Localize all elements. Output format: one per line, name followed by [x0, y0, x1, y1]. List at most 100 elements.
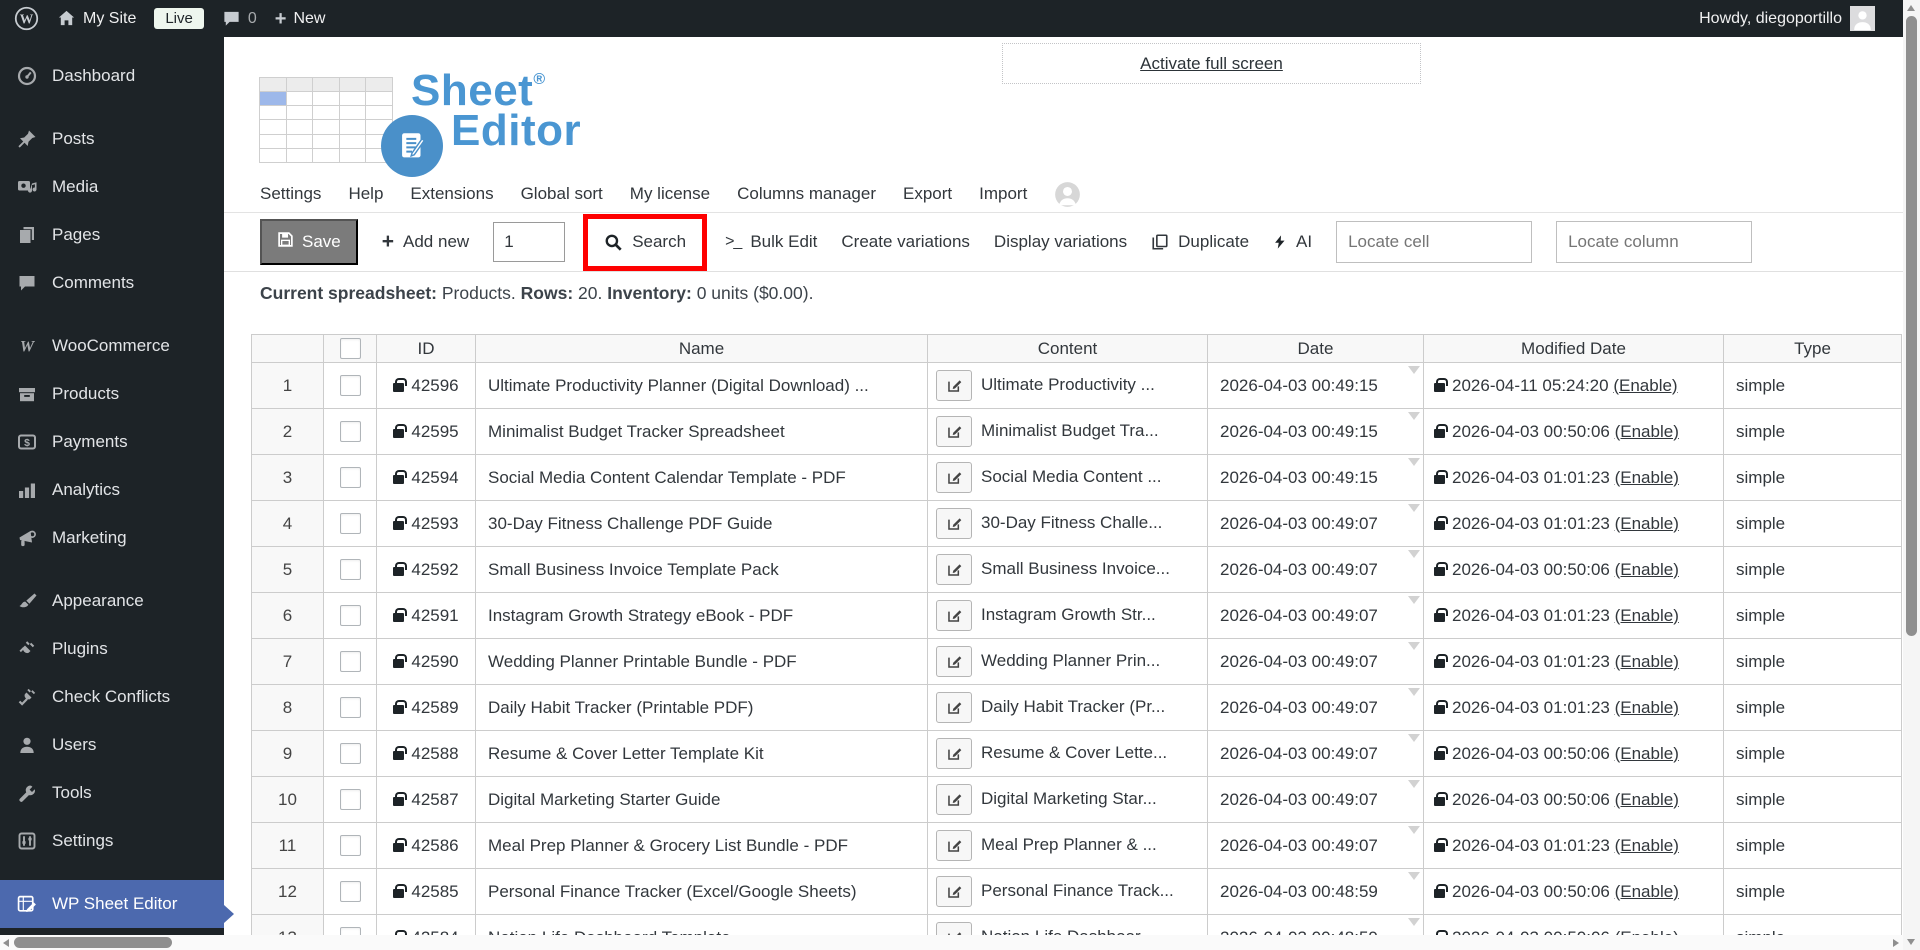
name-cell[interactable]: Notion Life Dashboard Template [475, 914, 928, 935]
menu-item-export[interactable]: Export [903, 184, 952, 204]
row-number[interactable]: 3 [251, 454, 324, 501]
scroll-down-icon[interactable] [1907, 939, 1915, 945]
edit-content-button[interactable] [936, 646, 972, 677]
sidebar-item-appearance[interactable]: Appearance [0, 577, 224, 625]
name-cell[interactable]: Minimalist Budget Tracker Spreadsheet [475, 408, 928, 455]
row-checkbox[interactable] [339, 559, 361, 580]
row-checkbox[interactable] [339, 743, 361, 764]
id-cell[interactable]: 42595 [376, 408, 476, 455]
content-cell[interactable]: 30-Day Fitness Challe... [927, 500, 1208, 547]
sidebar-item-dashboard[interactable]: Dashboard [0, 52, 224, 100]
modified-date-cell[interactable]: 2026-04-03 01:01:23 (Enable) [1423, 500, 1724, 547]
sidebar-item-plugins[interactable]: Plugins [0, 625, 224, 673]
bulk-edit-button[interactable]: >_ Bulk Edit [725, 232, 817, 252]
sidebar-item-payments[interactable]: $ Payments [0, 418, 224, 466]
name-cell[interactable]: Resume & Cover Letter Template Kit [475, 730, 928, 777]
ai-button[interactable]: AI [1273, 232, 1312, 252]
type-cell[interactable]: simple [1723, 730, 1902, 777]
sidebar-item-products[interactable]: Products [0, 370, 224, 418]
row-number[interactable]: 4 [251, 500, 324, 547]
modified-date-cell[interactable]: 2026-04-03 01:01:23 (Enable) [1423, 592, 1724, 639]
content-cell[interactable]: Minimalist Budget Tra... [927, 408, 1208, 455]
date-cell[interactable]: 2026-04-03 00:49:15 [1207, 362, 1424, 409]
modified-date-cell[interactable]: 2026-04-03 01:01:23 (Enable) [1423, 454, 1724, 501]
type-cell[interactable]: simple [1723, 822, 1902, 869]
content-cell[interactable]: Meal Prep Planner & ... [927, 822, 1208, 869]
name-cell[interactable]: Instagram Growth Strategy eBook - PDF [475, 592, 928, 639]
admin-bar-account[interactable]: Howdy, diegoportillo [1699, 0, 1875, 37]
id-cell[interactable]: 42584 [376, 914, 476, 935]
create-variations-button[interactable]: Create variations [841, 232, 970, 252]
id-cell[interactable]: 42592 [376, 546, 476, 593]
date-cell[interactable]: 2026-04-03 00:48:59 [1207, 868, 1424, 915]
date-dropdown-icon[interactable] [1408, 872, 1420, 880]
type-cell[interactable]: simple [1723, 868, 1902, 915]
content-cell[interactable]: Digital Marketing Star... [927, 776, 1208, 823]
admin-bar-site-link[interactable]: My Site [57, 9, 136, 28]
date-cell[interactable]: 2026-04-03 00:49:07 [1207, 776, 1424, 823]
date-dropdown-icon[interactable] [1408, 366, 1420, 374]
modified-date-cell[interactable]: 2026-04-11 05:24:20 (Enable) [1423, 362, 1724, 409]
select-all-header[interactable] [323, 334, 377, 363]
type-cell[interactable]: simple [1723, 408, 1902, 455]
column-header-id[interactable]: ID [376, 334, 476, 363]
row-number[interactable]: 2 [251, 408, 324, 455]
id-cell[interactable]: 42585 [376, 868, 476, 915]
row-checkbox[interactable] [339, 513, 361, 534]
menu-item-columns-manager[interactable]: Columns manager [737, 184, 876, 204]
date-cell[interactable]: 2026-04-03 00:49:07 [1207, 730, 1424, 777]
date-dropdown-icon[interactable] [1408, 734, 1420, 742]
date-cell[interactable]: 2026-04-03 00:49:07 [1207, 592, 1424, 639]
content-cell[interactable]: Ultimate Productivity ... [927, 362, 1208, 409]
row-number[interactable]: 11 [251, 822, 324, 869]
row-checkbox[interactable] [339, 421, 361, 442]
type-cell[interactable]: simple [1723, 776, 1902, 823]
enable-link[interactable]: (Enable) [1615, 514, 1679, 533]
type-cell[interactable]: simple [1723, 684, 1902, 731]
edit-content-button[interactable] [936, 370, 972, 401]
edit-content-button[interactable] [936, 692, 972, 723]
row-checkbox[interactable] [339, 605, 361, 626]
sidebar-item-pages[interactable]: Pages [0, 211, 224, 259]
column-header-date[interactable]: Date [1207, 334, 1424, 363]
date-cell[interactable]: 2026-04-03 00:49:15 [1207, 408, 1424, 455]
name-cell[interactable]: Small Business Invoice Template Pack [475, 546, 928, 593]
row-checkbox[interactable] [339, 467, 361, 488]
type-cell[interactable]: simple [1723, 362, 1902, 409]
activate-fullscreen-link[interactable]: Activate full screen [1140, 54, 1283, 74]
modified-date-cell[interactable]: 2026-04-03 00:50:06 (Enable) [1423, 546, 1724, 593]
row-number[interactable]: 8 [251, 684, 324, 731]
edit-content-button[interactable] [936, 738, 972, 769]
content-cell[interactable]: Instagram Growth Str... [927, 592, 1208, 639]
row-number[interactable]: 1 [251, 362, 324, 409]
scroll-left-icon[interactable] [3, 938, 9, 947]
sidebar-item-check-conflicts[interactable]: Check Conflicts [0, 673, 224, 721]
edit-content-button[interactable] [936, 416, 972, 447]
enable-link[interactable]: (Enable) [1615, 698, 1679, 717]
id-cell[interactable]: 42586 [376, 822, 476, 869]
type-cell[interactable]: simple [1723, 638, 1902, 685]
modified-date-cell[interactable]: 2026-04-03 00:50:06 (Enable) [1423, 868, 1724, 915]
row-number[interactable]: 9 [251, 730, 324, 777]
modified-date-cell[interactable]: 2026-04-03 01:01:23 (Enable) [1423, 638, 1724, 685]
enable-link[interactable]: (Enable) [1613, 376, 1677, 395]
date-dropdown-icon[interactable] [1408, 826, 1420, 834]
enable-link[interactable]: (Enable) [1615, 422, 1679, 441]
save-button[interactable]: Save [260, 219, 358, 265]
sidebar-item-tools[interactable]: Tools [0, 769, 224, 817]
search-button[interactable]: Search [604, 232, 686, 252]
sidebar-item-marketing[interactable]: Marketing [0, 514, 224, 562]
date-cell[interactable]: 2026-04-03 00:49:15 [1207, 454, 1424, 501]
name-cell[interactable]: Digital Marketing Starter Guide [475, 776, 928, 823]
sidebar-item-woocommerce[interactable]: W WooCommerce [0, 322, 224, 370]
id-cell[interactable]: 42596 [376, 362, 476, 409]
menu-item-my-license[interactable]: My license [630, 184, 710, 204]
row-number[interactable]: 7 [251, 638, 324, 685]
admin-bar-comments[interactable]: 0 [222, 9, 257, 28]
id-cell[interactable]: 42587 [376, 776, 476, 823]
date-cell[interactable]: 2026-04-03 00:49:07 [1207, 684, 1424, 731]
enable-link[interactable]: (Enable) [1615, 606, 1679, 625]
date-dropdown-icon[interactable] [1408, 458, 1420, 466]
sidebar-item-analytics[interactable]: Analytics [0, 466, 224, 514]
add-rows-count-input[interactable] [493, 222, 566, 262]
